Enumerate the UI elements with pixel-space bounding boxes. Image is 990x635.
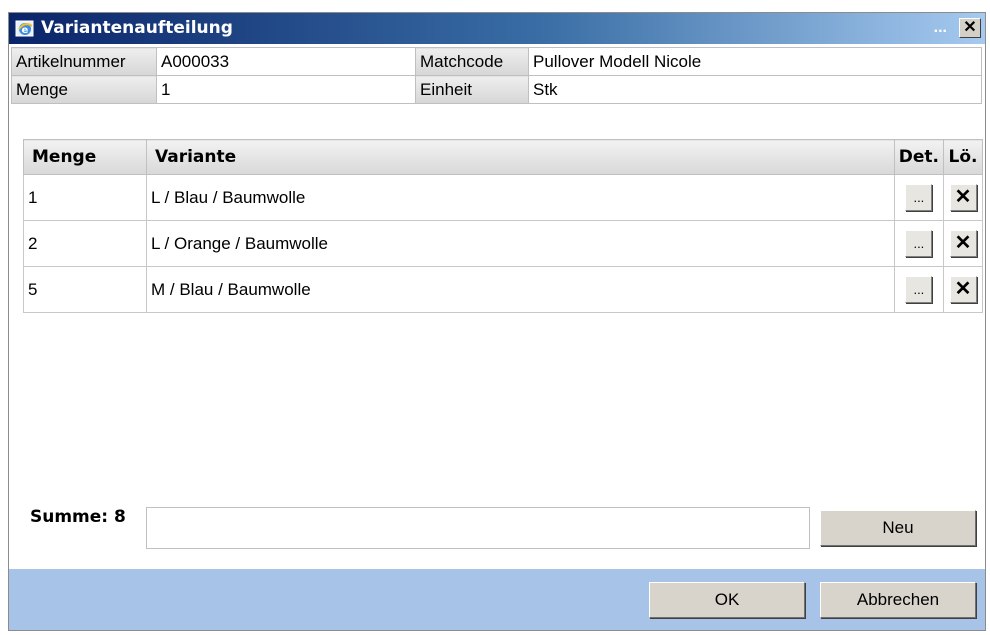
column-header-details[interactable]: Det.	[893, 139, 945, 175]
sum-label: Summe: 8	[30, 507, 126, 527]
menge-label: Menge	[11, 75, 157, 104]
details-button[interactable]: ...	[905, 276, 933, 303]
row-menge[interactable]: 1	[23, 174, 147, 221]
footer-bar: OK Abbrechen	[9, 569, 985, 630]
title-more-indicator: ...	[933, 19, 947, 36]
titlebar[interactable]: e Variantenaufteilung ... ✕	[9, 13, 985, 44]
row-variante[interactable]: L / Blau / Baumwolle	[146, 174, 895, 221]
details-button[interactable]: ...	[905, 184, 933, 211]
delete-button[interactable]: ✕	[949, 184, 977, 211]
column-header-menge[interactable]: Menge	[23, 139, 147, 175]
menge-value: 1	[156, 75, 416, 104]
ie-window-icon: e	[15, 18, 35, 38]
dialog-window: e Variantenaufteilung ... ✕ Artikelnumme…	[8, 12, 986, 631]
matchcode-value: Pullover Modell Nicole	[528, 47, 982, 76]
row-menge[interactable]: 2	[23, 220, 147, 267]
column-header-variante[interactable]: Variante	[146, 139, 895, 175]
sum-field[interactable]	[146, 507, 810, 549]
details-button[interactable]: ...	[905, 230, 933, 257]
table-row[interactable]: 1 L / Blau / Baumwolle ... ✕	[23, 174, 983, 221]
table-row[interactable]: 2 L / Orange / Baumwolle ... ✕	[23, 220, 983, 267]
article-info-grid: Artikelnummer A000033 Matchcode Pullover…	[11, 47, 982, 104]
variants-table: Menge Variante Det. Lö. 1 L / Blau / Bau…	[23, 139, 983, 313]
ok-button[interactable]: OK	[649, 582, 805, 618]
window-title: Variantenaufteilung	[41, 18, 233, 38]
row-menge[interactable]: 5	[23, 266, 147, 313]
delete-button[interactable]: ✕	[949, 276, 977, 303]
delete-button[interactable]: ✕	[949, 230, 977, 257]
close-button[interactable]: ✕	[959, 18, 981, 38]
artikelnummer-label: Artikelnummer	[11, 47, 157, 76]
table-row[interactable]: 5 M / Blau / Baumwolle ... ✕	[23, 266, 983, 313]
artikelnummer-value: A000033	[156, 47, 416, 76]
new-button[interactable]: Neu	[820, 510, 976, 546]
column-header-loeschen[interactable]: Lö.	[943, 139, 983, 175]
cancel-button[interactable]: Abbrechen	[820, 582, 976, 618]
einheit-label: Einheit	[415, 75, 529, 104]
table-header-row: Menge Variante Det. Lö.	[23, 139, 983, 175]
svg-text:e: e	[22, 25, 29, 36]
einheit-value: Stk	[528, 75, 982, 104]
row-variante[interactable]: L / Orange / Baumwolle	[146, 220, 895, 267]
matchcode-label: Matchcode	[415, 47, 529, 76]
row-variante[interactable]: M / Blau / Baumwolle	[146, 266, 895, 313]
